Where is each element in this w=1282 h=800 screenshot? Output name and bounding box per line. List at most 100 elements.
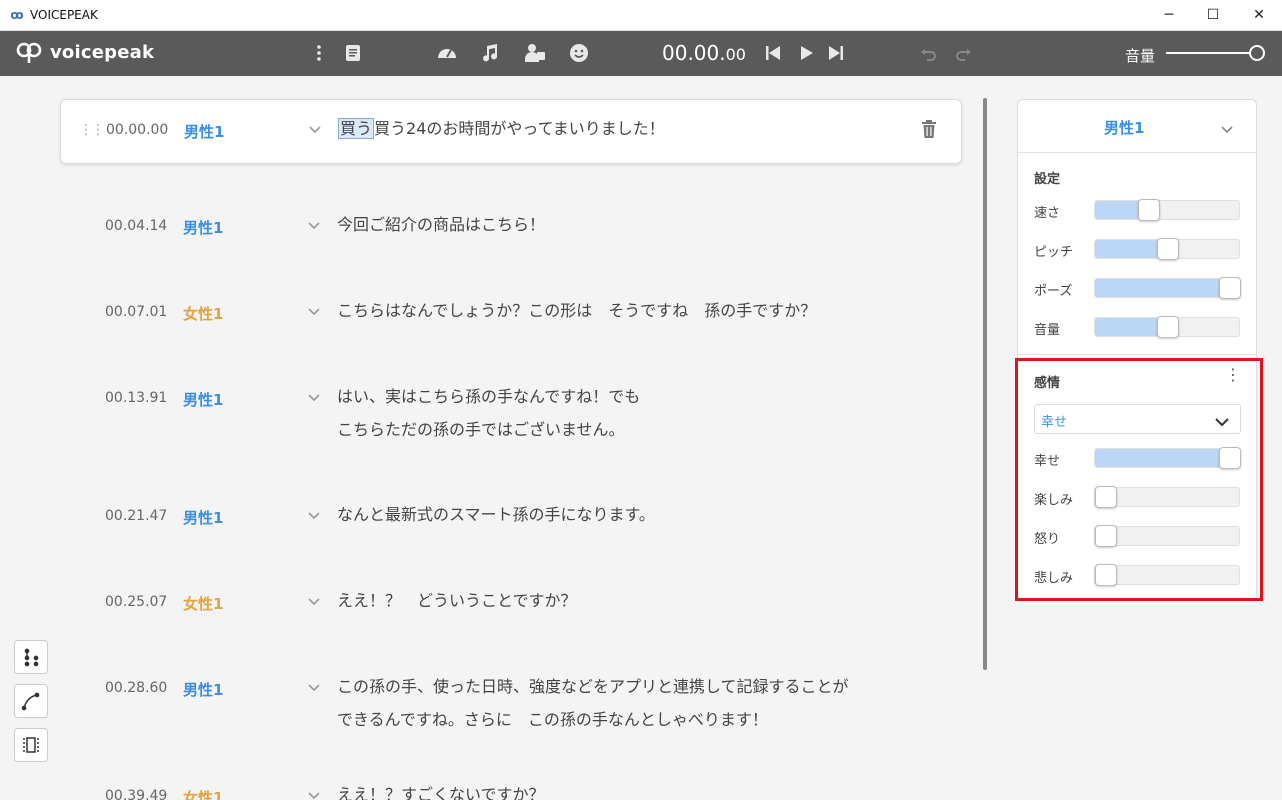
row-text-line: ええ！？ どういうことですか？ — [337, 591, 577, 610]
skip-forward-icon[interactable] — [823, 40, 849, 66]
timecode-display: 00.00.00 — [662, 41, 746, 65]
row-timestamp: 00.07.01 — [105, 304, 168, 320]
script-row[interactable]: 00.13.91 男性1 はい、実はこちら孫の手なんですね！でも こちらただの孫の手で… — [60, 368, 962, 458]
play-icon[interactable] — [793, 40, 819, 66]
bracket-icon — [23, 737, 39, 753]
emotion-face-icon[interactable] — [566, 40, 592, 66]
chevron-down-icon[interactable] — [308, 302, 324, 318]
param-slider[interactable] — [1094, 316, 1240, 338]
param-slider-knob[interactable] — [1157, 238, 1179, 260]
chevron-down-icon[interactable] — [308, 786, 324, 800]
row-speaker[interactable]: 男性1 — [183, 217, 223, 238]
curve-icon — [21, 692, 40, 711]
script-row[interactable]: 00.21.47 男性1 なんと最新式のスマート孫の手になります。 — [60, 486, 962, 546]
row-text-rest: 買う24のお時間がやってまいりました！ — [374, 119, 665, 138]
dictionary-icon[interactable] — [340, 40, 366, 66]
row-timestamp: 00.39.49 — [105, 788, 168, 800]
redo-icon[interactable] — [950, 40, 976, 66]
row-text[interactable]: 今回ご紹介の商品はこちら！ — [337, 208, 545, 241]
undo-icon[interactable] — [916, 40, 942, 66]
param-slider[interactable] — [1094, 238, 1240, 260]
row-text-line: なんと最新式のスマート孫の手になります。 — [337, 505, 655, 524]
row-timestamp: 00.25.07 — [105, 594, 168, 610]
chevron-down-icon[interactable] — [308, 678, 324, 694]
row-timestamp: 00.00.00 — [106, 122, 169, 138]
narrator-selector[interactable]: 男性1 — [1018, 100, 1256, 153]
row-speaker[interactable]: 女性1 — [183, 787, 223, 800]
script-scrollbar[interactable] — [983, 98, 987, 670]
param-slider-fill — [1095, 279, 1230, 297]
app-logo: voicepeak — [16, 39, 154, 65]
row-speaker[interactable]: 男性1 — [183, 507, 223, 528]
panel-divider — [1018, 354, 1256, 355]
volume-label: 音量 — [1125, 47, 1156, 65]
chevron-down-icon[interactable] — [308, 592, 324, 608]
logo-icon — [16, 42, 42, 63]
settings-title: 設定 — [1034, 172, 1061, 187]
row-text-line: できるんですね。さらに この孫の手なんとしゃべります！ — [337, 710, 768, 729]
row-text[interactable]: ええ！？ どういうことですか？ — [337, 584, 577, 617]
row-text-line: 今回ご紹介の商品はこちら！ — [337, 215, 546, 234]
param-slider-knob[interactable] — [1219, 277, 1241, 299]
minimize-button[interactable]: ─ — [1146, 0, 1192, 31]
param-slider-knob[interactable] — [1157, 316, 1179, 338]
script-row[interactable]: ⋮⋮ 00.00.00 男性1 買う 買う24のお時間がやってまいりました！ — [60, 99, 962, 164]
param-slider[interactable] — [1094, 277, 1241, 299]
script-list: ⋮⋮ 00.00.00 男性1 買う 買う24のお時間がやってまいりました！ 00.04.… — [0, 76, 985, 800]
row-timestamp: 00.04.14 — [105, 218, 168, 234]
music-note-icon[interactable] — [477, 40, 503, 66]
close-button[interactable]: ✕ — [1236, 0, 1282, 31]
script-row[interactable]: 00.39.49 女性1 ええ！？すごくないですか？ — [60, 766, 962, 800]
row-text[interactable]: 買う 買う24のお時間がやってまいりました！ — [338, 112, 665, 145]
chevron-down-icon[interactable] — [308, 388, 324, 404]
narrator-name: 男性1 — [1104, 119, 1145, 137]
row-text-line: ええ！？すごくないですか？ — [337, 785, 545, 800]
volume-slider-track[interactable] — [1166, 52, 1256, 54]
row-speaker[interactable]: 女性1 — [183, 593, 223, 614]
row-text[interactable]: なんと最新式のスマート孫の手になります。 — [337, 498, 655, 531]
row-text[interactable]: はい、実はこちら孫の手なんですね！でも こちらただの孫の手ではございません。 — [337, 380, 640, 446]
param-label: 速さ — [1034, 206, 1061, 221]
row-text-line: この孫の手、使った日時、強度などをアプリと連携して記録することが — [337, 677, 849, 696]
chevron-down-icon[interactable] — [308, 506, 324, 522]
chevron-down-icon — [1221, 120, 1233, 139]
row-speaker[interactable]: 男性1 — [183, 679, 223, 700]
param-slider-knob[interactable] — [1138, 199, 1160, 221]
speed-meter-icon[interactable] — [434, 40, 460, 66]
row-text[interactable]: ええ！？すごくないですか？ — [337, 778, 545, 800]
row-timestamp: 00.21.47 — [105, 508, 168, 524]
row-speaker[interactable]: 男性1 — [183, 389, 223, 410]
window-title: VOICEPEAK — [30, 8, 98, 22]
dots-split-icon — [24, 648, 39, 667]
speaker-settings-icon[interactable] — [522, 40, 548, 66]
chevron-down-icon[interactable] — [309, 120, 325, 136]
script-row[interactable]: 00.28.60 男性1 この孫の手、使った日時、強度などをアプリと連携して記録する… — [60, 658, 962, 748]
window-titlebar: ꝏ VOICEPEAK ─ ☐ ✕ — [0, 0, 1282, 31]
row-text-line: こちらただの孫の手ではございません。 — [337, 420, 625, 439]
script-row[interactable]: 00.07.01 女性1 こちらはなんでしょうか？この形は そうですね 孫の手ですか… — [60, 282, 962, 342]
maximize-button[interactable]: ☐ — [1190, 0, 1236, 31]
row-speaker[interactable]: 女性1 — [183, 303, 223, 324]
skip-back-icon[interactable] — [760, 40, 786, 66]
row-timestamp: 00.28.60 — [105, 680, 168, 696]
kebab-menu-icon[interactable] — [306, 40, 332, 66]
curve-tool-button[interactable] — [14, 684, 48, 718]
row-text[interactable]: この孫の手、使った日時、強度などをアプリと連携して記録することが できるんですね。… — [337, 670, 849, 736]
script-row[interactable]: 00.04.14 男性1 今回ご紹介の商品はこちら！ — [60, 196, 962, 256]
split-tool-button[interactable] — [14, 640, 48, 674]
chevron-down-icon[interactable] — [308, 216, 324, 232]
script-row[interactable]: 00.25.07 女性1 ええ！？ どういうことですか？ — [60, 572, 962, 632]
param-slider[interactable] — [1094, 199, 1240, 221]
row-speaker[interactable]: 男性1 — [184, 121, 224, 142]
bracket-tool-button[interactable] — [14, 728, 48, 762]
trash-icon[interactable] — [921, 120, 939, 138]
selected-phrase[interactable]: 買う — [338, 118, 375, 139]
row-text-line: はい、実はこちら孫の手なんですね！でも — [337, 387, 641, 406]
logo-text: voicepeak — [50, 41, 155, 63]
volume-slider-knob[interactable] — [1249, 45, 1265, 61]
row-text-line: こちらはなんでしょうか？この形は そうですね 孫の手ですか？ — [337, 301, 817, 320]
timecode-fraction: 00 — [725, 45, 746, 64]
drag-handle-icon[interactable]: ⋮⋮ — [79, 122, 105, 138]
row-text[interactable]: こちらはなんでしょうか？この形は そうですね 孫の手ですか？ — [337, 294, 816, 327]
param-label: ピッチ — [1034, 245, 1074, 260]
